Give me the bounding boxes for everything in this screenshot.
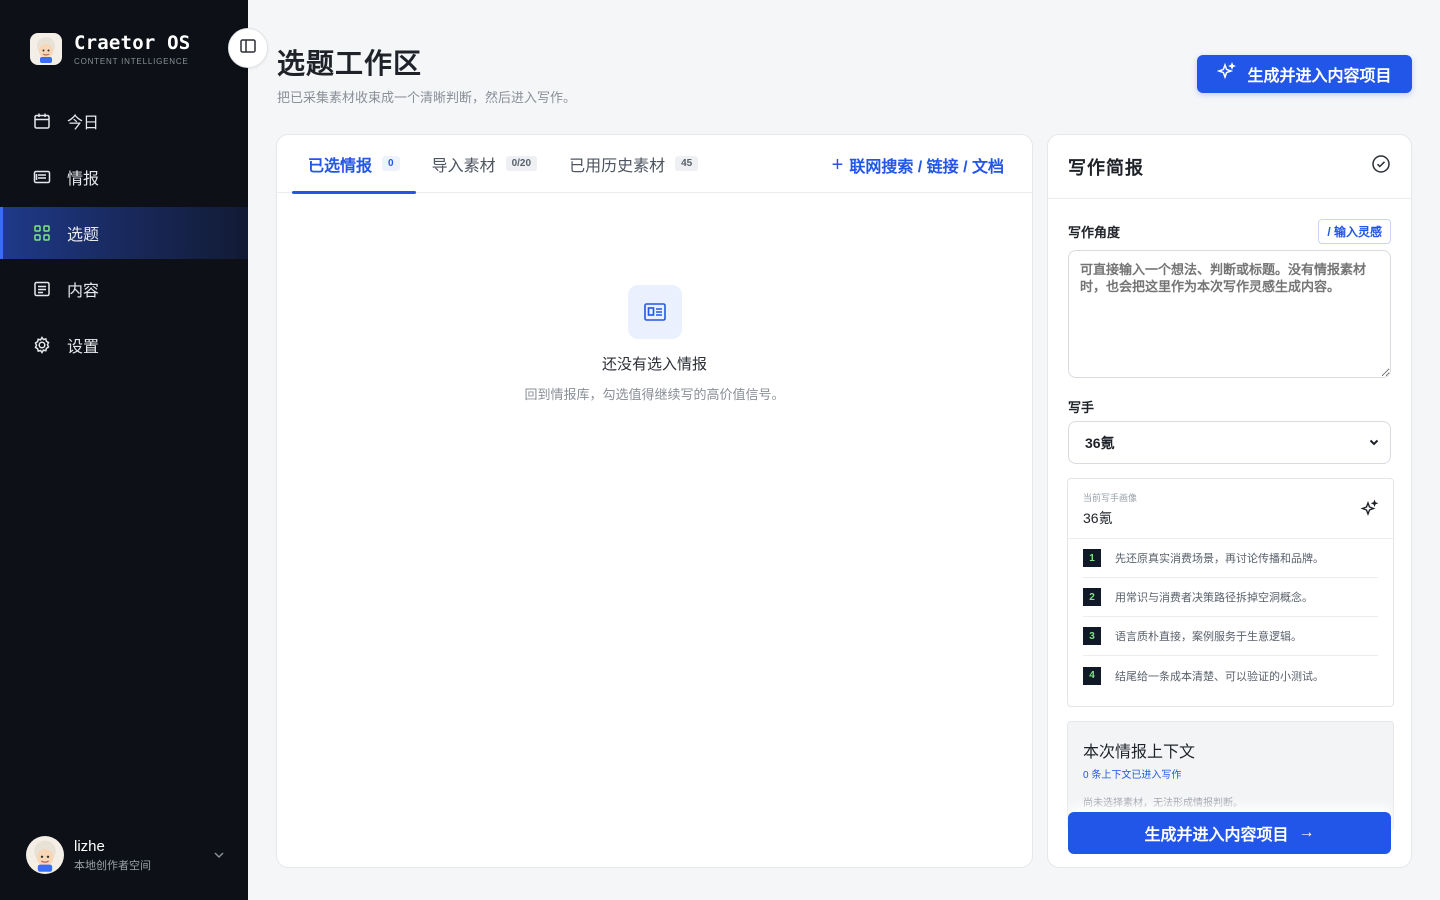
empty-state: 还没有选入情报 回到情报库，勾选值得继续写的高价值信号。	[277, 285, 1032, 403]
user-subtitle: 本地创作者空间	[74, 859, 151, 872]
sidebar-nav: 今日 情报 选题 内容 设置	[0, 95, 248, 375]
angle-label: 写作角度	[1068, 225, 1121, 240]
sidebar-item-label: 内容	[67, 283, 100, 300]
web-search-button[interactable]: + 联网搜索 / 链接 / 文档	[832, 153, 1004, 177]
brief-title: 写作简报	[1068, 157, 1144, 178]
sidebar-item-label: 设置	[67, 339, 100, 356]
rule-text: 用常识与消费者决策路径拆掉空洞概念。	[1115, 592, 1313, 604]
empty-state-subtitle: 回到情报库，勾选值得继续写的高价值信号。	[524, 387, 785, 402]
document-icon	[33, 280, 51, 298]
generate-project-label: 生成并进入内容项目	[1247, 68, 1392, 85]
rule-text: 先还原真实消费场景，再讨论传播和品牌。	[1115, 553, 1324, 565]
material-tabs: 已选情报 0 导入素材 0/20 已用历史素材 45 + 联网搜索 / 链接 /…	[277, 135, 1032, 194]
brand-subtitle: CONTENT INTELLIGENCE	[74, 57, 189, 66]
profile-rule: 1 先还原真实消费场景，再讨论传播和品牌。	[1083, 539, 1378, 578]
sidebar-item-today[interactable]: 今日	[0, 95, 248, 147]
avatar	[26, 836, 64, 874]
chevron-down-icon	[1368, 435, 1380, 451]
rule-text: 语言质朴直接，案例服务于生意逻辑。	[1115, 631, 1302, 643]
user-menu[interactable]: lizhe 本地创作者空间	[26, 836, 226, 874]
sidebar-item-settings[interactable]: 设置	[0, 319, 248, 371]
brand[interactable]: Craetor OS CONTENT INTELLIGENCE	[30, 32, 190, 66]
writing-brief-panel: 写作简报 写作角度 / 输入灵感 写手 36氪 当前写手画像 36氪 1 先还原…	[1047, 134, 1412, 868]
sidebar-item-label: 情报	[67, 171, 100, 188]
web-search-label: 联网搜索 / 链接 / 文档	[849, 159, 1004, 176]
page-subtitle: 把已采集素材收束成一个清晰判断，然后进入写作。	[277, 90, 577, 105]
context-count-link[interactable]: 0 条上下文已进入写作	[1083, 766, 1378, 781]
gear-icon	[33, 336, 51, 354]
newspaper-icon	[33, 168, 51, 186]
newspaper-icon	[627, 285, 682, 339]
generate-project-bottom-button[interactable]: 生成并进入内容项目 →	[1068, 812, 1391, 854]
context-title: 本次情报上下文	[1083, 744, 1196, 761]
rule-number: 1	[1083, 549, 1101, 567]
context-note: 尚未选择素材，无法形成情报判断。	[1083, 798, 1243, 809]
generate-project-button[interactable]: 生成并进入内容项目	[1197, 55, 1412, 93]
material-panel: 已选情报 0 导入素材 0/20 已用历史素材 45 + 联网搜索 / 链接 /…	[276, 134, 1033, 868]
profile-name: 36氪	[1083, 510, 1113, 526]
brief-header: 写作简报	[1048, 135, 1411, 199]
brand-name: Craetor OS	[74, 32, 191, 54]
profile-caption: 当前写手画像	[1083, 493, 1138, 503]
check-circle-icon[interactable]	[1371, 154, 1391, 179]
sparkle-icon[interactable]	[1359, 499, 1379, 524]
sidebar-item-label: 今日	[67, 115, 100, 132]
sidebar: Craetor OS CONTENT INTELLIGENCE 今日 情报 选题	[0, 0, 248, 900]
writer-label: 写手	[1068, 400, 1095, 415]
plus-icon: +	[831, 154, 844, 176]
arrow-right-icon: →	[1298, 824, 1315, 841]
writer-select[interactable]: 36氪	[1068, 421, 1391, 464]
sidebar-item-content[interactable]: 内容	[0, 263, 248, 315]
tab-label: 已用历史素材	[569, 157, 666, 175]
tab-import-material[interactable]: 导入素材 0/20	[416, 135, 553, 193]
sparkle-icon	[1217, 61, 1247, 87]
sidebar-item-intel[interactable]: 情报	[0, 151, 248, 203]
sidebar-item-label: 选题	[67, 227, 100, 244]
writing-angle-input[interactable]	[1068, 250, 1391, 378]
page-title: 选题工作区	[277, 49, 423, 80]
tab-count-badge: 0	[382, 156, 400, 171]
rule-text: 结尾给一条成本清楚、可以验证的小测试。	[1115, 670, 1324, 683]
chevron-down-icon[interactable]	[212, 848, 226, 862]
profile-rule: 2 用常识与消费者决策路径拆掉空洞概念。	[1083, 578, 1378, 617]
rule-number: 4	[1083, 666, 1101, 685]
tab-history-material[interactable]: 已用历史素材 45	[553, 135, 714, 193]
tab-selected-intel[interactable]: 已选情报 0	[292, 135, 416, 194]
calendar-icon	[33, 112, 51, 130]
grid-icon	[33, 224, 51, 242]
tab-count-badge: 0/20	[505, 156, 538, 171]
tab-label: 已选情报	[308, 157, 373, 175]
empty-state-title: 还没有选入情报	[601, 356, 707, 373]
sidebar-toggle-button[interactable]	[228, 28, 268, 68]
tab-count-badge: 45	[675, 156, 699, 171]
sidebar-item-topics[interactable]: 选题	[0, 207, 248, 259]
user-name: lizhe	[74, 837, 105, 855]
rule-number: 2	[1083, 588, 1101, 606]
profile-rule: 4 结尾给一条成本清楚、可以验证的小测试。	[1083, 656, 1378, 695]
brand-logo	[30, 33, 62, 65]
generate-project-label: 生成并进入内容项目	[1144, 827, 1289, 844]
input-inspiration-button[interactable]: / 输入灵感	[1318, 219, 1391, 244]
sidebar-toggle-icon	[239, 37, 257, 60]
profile-rule: 3 语言质朴直接，案例服务于生意逻辑。	[1083, 617, 1378, 656]
writer-select-value: 36氪	[1085, 434, 1115, 451]
writer-profile-card: 当前写手画像 36氪 1 先还原真实消费场景，再讨论传播和品牌。 2 用常识与消…	[1067, 478, 1394, 707]
rule-number: 3	[1083, 627, 1101, 645]
tab-label: 导入素材	[431, 157, 496, 175]
